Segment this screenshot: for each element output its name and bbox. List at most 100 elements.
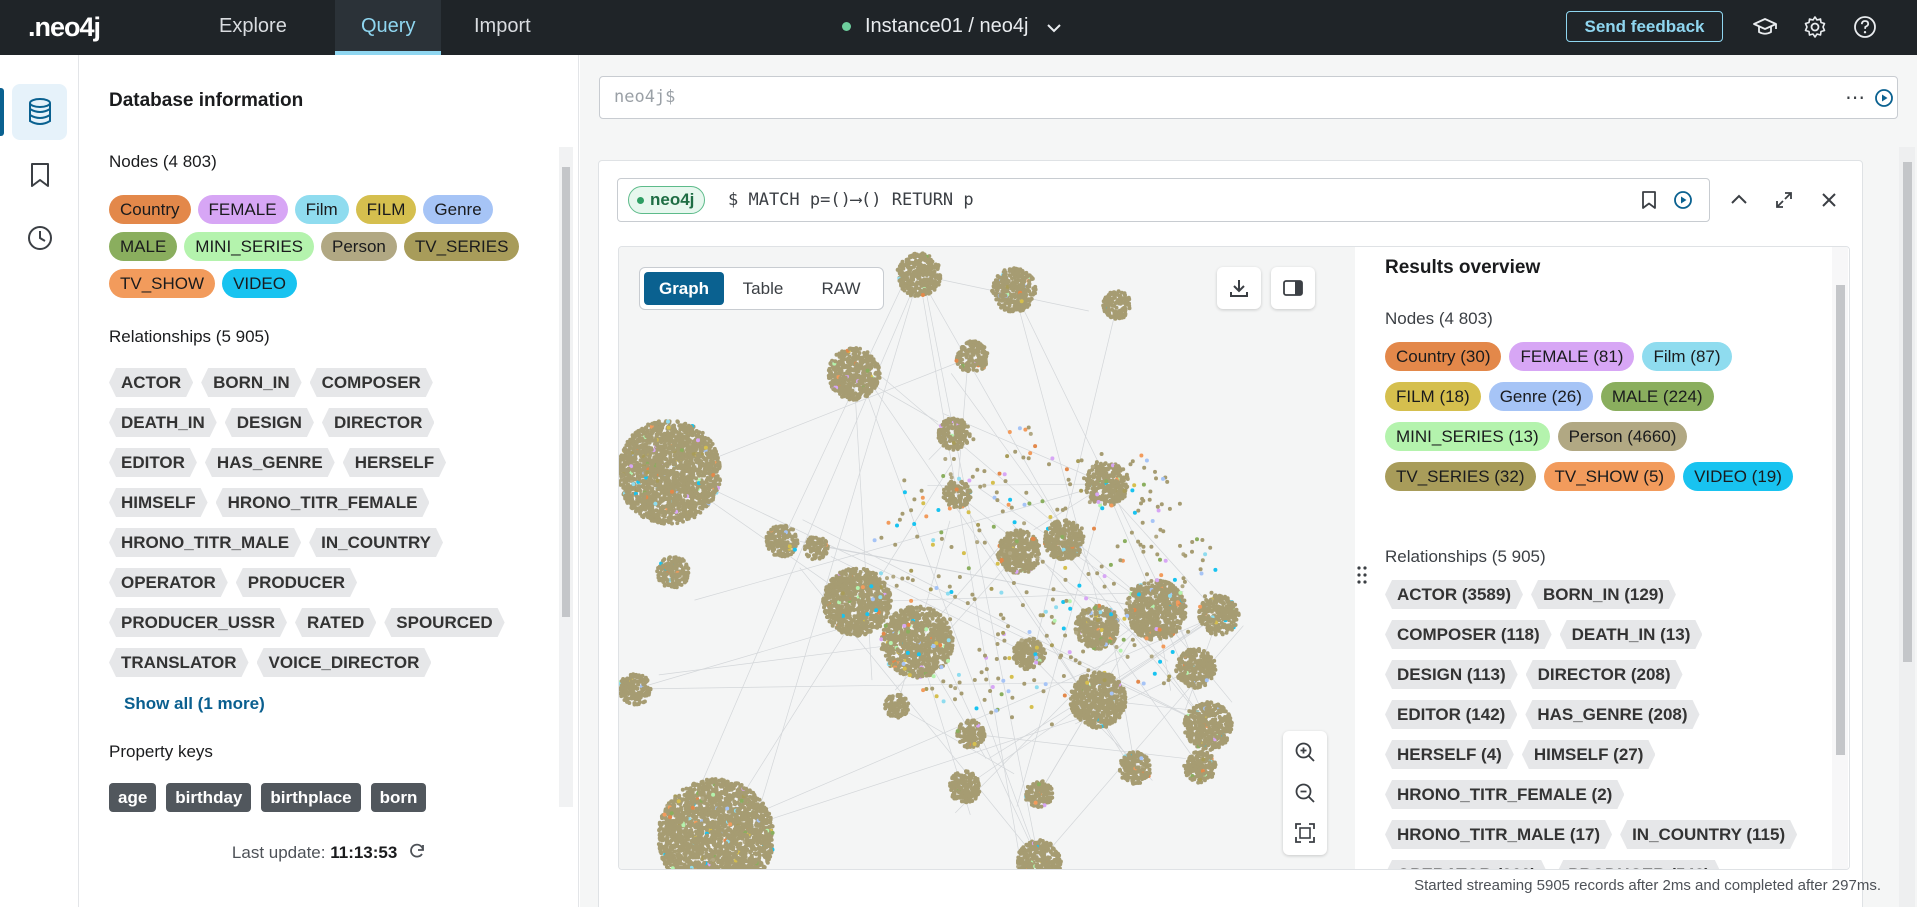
collapse-icon[interactable] bbox=[1730, 192, 1748, 211]
node-label-chip[interactable]: Film bbox=[294, 195, 349, 224]
view-table-button[interactable]: Table bbox=[728, 272, 798, 305]
neo4j-logo[interactable]: .neo4j bbox=[28, 12, 101, 43]
result-relationship-chip[interactable]: ACTOR (3589) bbox=[1385, 580, 1523, 609]
view-graph-button[interactable]: Graph bbox=[644, 272, 724, 305]
resize-handle-icon[interactable] bbox=[1356, 565, 1368, 590]
result-relationship-chip[interactable]: HERSELF (4) bbox=[1385, 740, 1514, 769]
result-relationship-chip[interactable]: OPERATOR (260) bbox=[1385, 860, 1548, 869]
node-label-chip[interactable]: Person bbox=[321, 232, 397, 261]
relationship-type-chip[interactable]: HIMSELF bbox=[109, 488, 208, 517]
close-icon[interactable] bbox=[1820, 191, 1838, 214]
relationship-type-chip[interactable]: BORN_IN bbox=[201, 368, 302, 397]
gear-icon[interactable] bbox=[1802, 14, 1828, 40]
result-relationship-chip[interactable]: HIMSELF (27) bbox=[1522, 740, 1656, 769]
property-key-chip[interactable]: age bbox=[109, 783, 157, 812]
tab-query[interactable]: Query bbox=[335, 0, 442, 55]
result-node-label-chip[interactable]: TV_SERIES (32) bbox=[1385, 462, 1536, 491]
result-node-label-chip[interactable]: TV_SHOW (5) bbox=[1543, 462, 1676, 491]
node-label-chip[interactable]: FEMALE bbox=[197, 195, 288, 224]
help-icon[interactable] bbox=[1852, 14, 1878, 40]
property-key-chip[interactable]: birthday bbox=[166, 783, 252, 812]
send-feedback-button[interactable]: Send feedback bbox=[1566, 11, 1723, 42]
relationship-type-chip[interactable]: VOICE_DIRECTOR bbox=[257, 648, 432, 677]
show-all-link[interactable]: Show all (1 more) bbox=[124, 694, 265, 714]
graph-canvas[interactable]: Graph Table RAW bbox=[619, 247, 1355, 869]
bookmark-icon[interactable] bbox=[1640, 190, 1658, 215]
relationship-type-chip[interactable]: DEATH_IN bbox=[109, 408, 217, 437]
graph-visualization[interactable] bbox=[619, 247, 1355, 869]
result-node-label-chip[interactable]: MALE (224) bbox=[1600, 382, 1714, 411]
node-label-chip[interactable]: VIDEO bbox=[222, 269, 297, 298]
result-node-label-chip[interactable]: FILM (18) bbox=[1385, 382, 1481, 411]
result-relationship-chip[interactable]: COMPOSER (118) bbox=[1385, 620, 1552, 649]
relationship-type-chip[interactable]: PRODUCER bbox=[236, 568, 357, 597]
fullscreen-icon[interactable] bbox=[1774, 190, 1794, 215]
result-node-label-chip[interactable]: Film (87) bbox=[1642, 342, 1732, 371]
result-node-label-chip[interactable]: VIDEO (19) bbox=[1683, 462, 1793, 491]
relationship-type-chip[interactable]: HRONO_TITR_FEMALE bbox=[216, 488, 430, 517]
node-label-chip[interactable]: Genre bbox=[423, 195, 493, 224]
toggle-panel-button[interactable] bbox=[1271, 267, 1315, 309]
relationship-type-chip[interactable]: DIRECTOR bbox=[322, 408, 434, 437]
result-relationship-chip[interactable]: DIRECTOR (208) bbox=[1526, 660, 1683, 689]
instance-selector[interactable]: Instance01 / neo4j bbox=[842, 0, 1062, 52]
panel-scrollbar[interactable] bbox=[559, 147, 573, 807]
main-scrollbar-thumb[interactable] bbox=[1903, 162, 1912, 662]
result-relationship-chip[interactable]: EDITOR (142) bbox=[1385, 700, 1517, 729]
overview-scrollbar-thumb[interactable] bbox=[1836, 285, 1845, 755]
fit-to-screen-icon[interactable] bbox=[1294, 822, 1316, 849]
property-key-chip[interactable]: born bbox=[370, 783, 427, 812]
panel-scrollbar-thumb[interactable] bbox=[562, 167, 570, 617]
result-relationship-chip[interactable]: HRONO_TITR_FEMALE (2) bbox=[1385, 780, 1624, 809]
property-key-chip[interactable]: birthplace bbox=[261, 783, 361, 812]
relationship-type-chip[interactable]: EDITOR bbox=[109, 448, 197, 477]
relationship-type-chip[interactable]: TRANSLATOR bbox=[109, 648, 249, 677]
relationship-type-chip[interactable]: IN_COUNTRY bbox=[309, 528, 443, 557]
cypher-editor[interactable]: neo4j$ ⋯ bbox=[599, 76, 1898, 119]
node-label-chip[interactable]: FILM bbox=[355, 195, 417, 224]
result-node-label-chip[interactable]: Person (4660) bbox=[1557, 422, 1688, 451]
more-options-icon[interactable]: ⋯ bbox=[1845, 85, 1865, 110]
refresh-icon[interactable] bbox=[408, 842, 426, 865]
relationship-type-chip[interactable]: OPERATOR bbox=[109, 568, 228, 597]
result-relationship-chip[interactable]: HAS_GENRE (208) bbox=[1525, 700, 1699, 729]
saved-cypher-button[interactable] bbox=[12, 147, 67, 203]
view-raw-button[interactable]: RAW bbox=[802, 272, 880, 305]
result-query-bar[interactable]: neo4j $ MATCH p=()⟶() RETURN p bbox=[617, 178, 1710, 222]
relationship-type-chip[interactable]: HAS_GENRE bbox=[205, 448, 335, 477]
main-scrollbar[interactable] bbox=[1899, 147, 1915, 907]
relationship-type-chip[interactable]: SPOURCED bbox=[384, 608, 504, 637]
graph-nodes[interactable] bbox=[619, 251, 1241, 869]
run-query-icon[interactable] bbox=[1874, 88, 1894, 113]
result-node-label-chip[interactable]: FEMALE (81) bbox=[1509, 342, 1635, 371]
result-relationship-chip[interactable]: IN_COUNTRY (115) bbox=[1620, 820, 1797, 849]
result-relationship-chip[interactable]: DESIGN (113) bbox=[1385, 660, 1518, 689]
result-relationship-chip[interactable]: HRONO_TITR_MALE (17) bbox=[1385, 820, 1612, 849]
node-label-chip[interactable]: MINI_SERIES bbox=[184, 232, 314, 261]
node-label-chip[interactable]: MALE bbox=[109, 232, 178, 261]
zoom-out-icon[interactable] bbox=[1294, 782, 1316, 809]
relationship-type-chip[interactable]: HERSELF bbox=[343, 448, 446, 477]
download-button[interactable] bbox=[1217, 267, 1261, 309]
database-info-button[interactable] bbox=[0, 84, 67, 140]
overview-scrollbar[interactable] bbox=[1832, 247, 1848, 869]
relationship-type-chip[interactable]: HRONO_TITR_MALE bbox=[109, 528, 301, 557]
rerun-query-icon[interactable] bbox=[1673, 190, 1693, 215]
result-relationship-chip[interactable]: PRODUCER (548) bbox=[1556, 860, 1722, 869]
node-label-chip[interactable]: TV_SHOW bbox=[109, 269, 216, 298]
tab-explore[interactable]: Explore bbox=[193, 0, 313, 55]
graduation-cap-icon[interactable] bbox=[1752, 14, 1778, 40]
relationship-type-chip[interactable]: ACTOR bbox=[109, 368, 193, 397]
result-relationship-chip[interactable]: DEATH_IN (13) bbox=[1560, 620, 1703, 649]
result-node-label-chip[interactable]: Country (30) bbox=[1385, 342, 1502, 371]
result-relationship-chip[interactable]: BORN_IN (129) bbox=[1531, 580, 1676, 609]
zoom-in-icon[interactable] bbox=[1294, 741, 1316, 768]
result-node-label-chip[interactable]: Genre (26) bbox=[1488, 382, 1593, 411]
relationship-type-chip[interactable]: COMPOSER bbox=[310, 368, 433, 397]
query-history-button[interactable] bbox=[12, 210, 67, 266]
result-node-label-chip[interactable]: MINI_SERIES (13) bbox=[1385, 422, 1550, 451]
relationship-type-chip[interactable]: RATED bbox=[295, 608, 376, 637]
node-label-chip[interactable]: TV_SERIES bbox=[403, 232, 520, 261]
node-label-chip[interactable]: Country bbox=[109, 195, 191, 224]
relationship-type-chip[interactable]: PRODUCER_USSR bbox=[109, 608, 287, 637]
